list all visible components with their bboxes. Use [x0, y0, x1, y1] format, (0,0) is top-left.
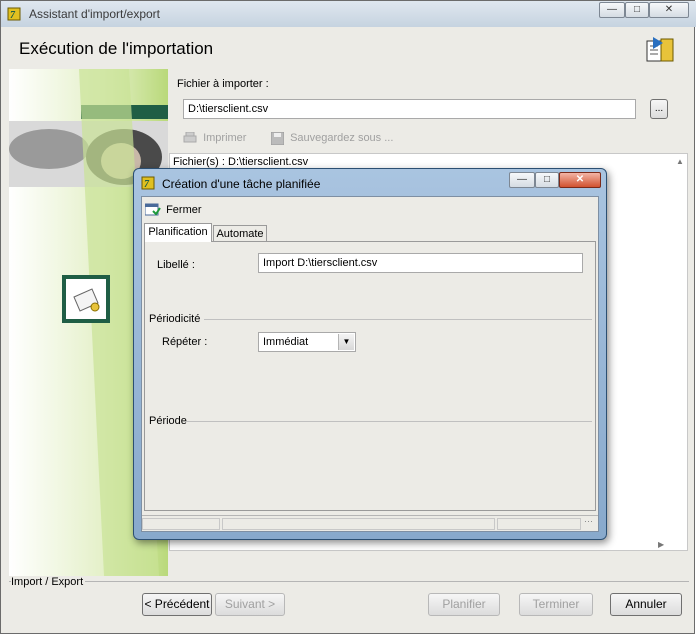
status-text: Import / Export	[11, 576, 86, 588]
scheduled-task-icon	[73, 288, 100, 312]
dialog-close-button[interactable]: ✕	[559, 172, 601, 188]
disk-icon	[270, 131, 285, 146]
dialog-title: Création d'une tâche planifiée	[162, 177, 321, 191]
repeter-select[interactable]: Immédiat ▼	[258, 332, 356, 352]
scheduled-task-dialog: 7 Création d'une tâche planifiée — □ ✕ F…	[133, 168, 607, 540]
periode-group-label: Période	[149, 415, 187, 427]
previous-button[interactable]: < Précédent	[142, 593, 212, 616]
periode-divider	[186, 421, 592, 422]
resize-grip-icon[interactable]: ⋯	[584, 516, 593, 527]
dialog-minimize-button[interactable]: —	[509, 172, 535, 188]
scroll-right-arrow-icon[interactable]: ▶	[658, 540, 664, 549]
chevron-down-icon[interactable]: ▼	[338, 334, 354, 350]
minimize-button[interactable]: —	[599, 2, 625, 18]
close-window-icon	[144, 203, 161, 217]
repeter-label: Répéter :	[162, 336, 208, 348]
fermer-button[interactable]: Fermer	[144, 203, 202, 217]
scroll-up-arrow-icon[interactable]: ▲	[676, 157, 684, 166]
save-as-label: Sauvegardez sous ...	[290, 132, 394, 145]
wizard-header: Exécution de l'importation	[9, 33, 689, 69]
save-as-button[interactable]: Sauvegardez sous ...	[270, 131, 394, 146]
periodicite-divider	[204, 319, 592, 320]
fermer-label: Fermer	[166, 203, 202, 216]
dialog-app-icon: 7	[141, 175, 157, 191]
dialog-body: Fermer Planification Automate Libellé : …	[141, 196, 599, 532]
next-button[interactable]: Suivant >	[215, 593, 285, 616]
close-button[interactable]: ✕	[649, 2, 689, 18]
file-input[interactable]: D:\tiersclient.csv	[183, 99, 636, 119]
browse-button[interactable]: ...	[650, 99, 668, 119]
page-title: Exécution de l'importation	[19, 39, 214, 58]
task-icon-frame	[62, 275, 110, 323]
print-button[interactable]: Imprimer	[183, 131, 247, 144]
finish-button[interactable]: Terminer	[519, 593, 593, 616]
plan-button[interactable]: Planifier	[428, 593, 500, 616]
window-title-bar[interactable]: 7 Assistant d'import/export — □ ✕	[1, 1, 696, 27]
repeter-value: Immédiat	[263, 336, 309, 348]
cancel-button[interactable]: Annuler	[610, 593, 682, 616]
dialog-maximize-button[interactable]: □	[535, 172, 559, 188]
import-icon	[643, 35, 677, 65]
print-label: Imprimer	[203, 132, 247, 144]
libelle-input[interactable]: Import D:\tiersclient.csv	[258, 253, 583, 273]
log-line: Fichier(s) : D:\tiersclient.csv	[173, 156, 309, 168]
app-icon: 7	[7, 6, 23, 22]
window-title: Assistant d'import/export	[29, 7, 161, 21]
tab-automate[interactable]: Automate	[213, 225, 267, 242]
dialog-status-bar: ⋯	[142, 515, 598, 532]
file-label: Fichier à importer :	[177, 78, 269, 90]
periodicite-group-label: Périodicité	[149, 313, 201, 325]
status-cell-2	[222, 518, 495, 530]
tab-panel	[144, 241, 596, 511]
maximize-button[interactable]: □	[625, 2, 649, 18]
tab-planification[interactable]: Planification	[144, 223, 212, 242]
footer-separator	[9, 581, 689, 582]
status-cell-3	[497, 518, 581, 530]
status-cell-1	[142, 518, 220, 530]
libelle-label: Libellé :	[157, 259, 195, 271]
printer-icon	[183, 131, 197, 144]
